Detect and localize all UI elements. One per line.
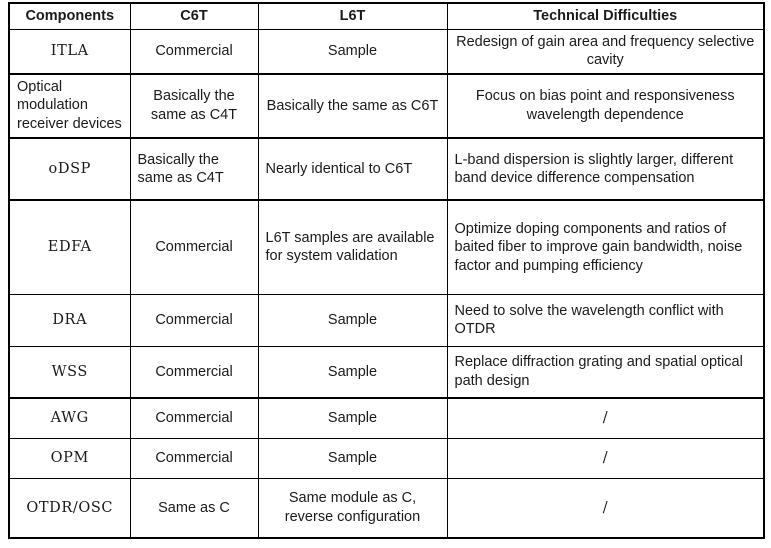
cell-l6t: L6T samples are available for system val… xyxy=(257,199,448,295)
cell-l6t: Sample xyxy=(257,437,448,479)
cell-component: EDFA xyxy=(8,199,131,295)
cell-l6t: Sample xyxy=(257,293,448,347)
cell-c6t: Basically the same as C4T xyxy=(129,137,259,202)
cell-component: Optical modulation receiver devices xyxy=(8,73,131,140)
cell-c6t: Commercial xyxy=(129,345,259,400)
cell-component: ITLA xyxy=(8,28,131,75)
column-header-technical-difficulties: Technical Difficulties xyxy=(446,2,765,30)
column-header-components: Components xyxy=(8,2,131,30)
cell-l6t: Same module as C, reverse configuration xyxy=(257,477,448,539)
cell-c6t: Commercial xyxy=(129,199,259,295)
components-comparison-table: Components C6T L6T Technical Difficultie… xyxy=(8,2,765,540)
cell-c6t: Commercial xyxy=(129,293,259,347)
table-header-row: Components C6T L6T Technical Difficultie… xyxy=(8,2,765,30)
cell-l6t: Sample xyxy=(257,28,448,75)
components-table-container: Components C6T L6T Technical Difficultie… xyxy=(8,2,765,544)
table-row: DRA Commercial Sample Need to solve the … xyxy=(8,293,765,347)
table-row: OTDR/OSC Same as C Same module as C, rev… xyxy=(8,477,765,539)
table-row: Optical modulation receiver devices Basi… xyxy=(8,73,765,140)
cell-component: DRA xyxy=(8,293,131,347)
table-row: oDSP Basically the same as C4T Nearly id… xyxy=(8,137,765,202)
table-body: ITLA Commercial Sample Redesign of gain … xyxy=(8,28,765,539)
cell-component: OTDR/OSC xyxy=(8,477,131,539)
cell-c6t: Basically the same as C4T xyxy=(129,73,259,140)
table-row: OPM Commercial Sample / xyxy=(8,437,765,479)
table-header: Components C6T L6T Technical Difficultie… xyxy=(8,2,765,30)
cell-technical-difficulties: / xyxy=(446,397,765,439)
table-row: AWG Commercial Sample / xyxy=(8,397,765,439)
table-row: WSS Commercial Sample Replace diffractio… xyxy=(8,345,765,400)
cell-technical-difficulties: Need to solve the wavelength conflict wi… xyxy=(446,293,765,347)
cell-technical-difficulties: / xyxy=(446,437,765,479)
cell-technical-difficulties: Redesign of gain area and frequency sele… xyxy=(446,28,765,75)
cell-technical-difficulties: Optimize doping components and ratios of… xyxy=(446,199,765,295)
cell-l6t: Sample xyxy=(257,345,448,400)
column-header-c6t: C6T xyxy=(129,2,259,30)
cell-l6t: Basically the same as C6T xyxy=(257,73,448,140)
cell-l6t: Nearly identical to C6T xyxy=(257,137,448,202)
table-row: EDFA Commercial L6T samples are availabl… xyxy=(8,199,765,295)
cell-c6t: Same as C xyxy=(129,477,259,539)
cell-technical-difficulties: / xyxy=(446,477,765,539)
table-row: ITLA Commercial Sample Redesign of gain … xyxy=(8,28,765,75)
cell-component: OPM xyxy=(8,437,131,479)
cell-technical-difficulties: L-band dispersion is slightly larger, di… xyxy=(446,137,765,202)
cell-c6t: Commercial xyxy=(129,397,259,439)
cell-technical-difficulties: Focus on bias point and responsiveness w… xyxy=(446,73,765,140)
cell-l6t: Sample xyxy=(257,397,448,439)
cell-technical-difficulties: Replace diffraction grating and spatial … xyxy=(446,345,765,400)
cell-component: WSS xyxy=(8,345,131,400)
cell-c6t: Commercial xyxy=(129,437,259,479)
cell-component: AWG xyxy=(8,397,131,439)
column-header-l6t: L6T xyxy=(257,2,448,30)
cell-c6t: Commercial xyxy=(129,28,259,75)
cell-component: oDSP xyxy=(8,137,131,202)
